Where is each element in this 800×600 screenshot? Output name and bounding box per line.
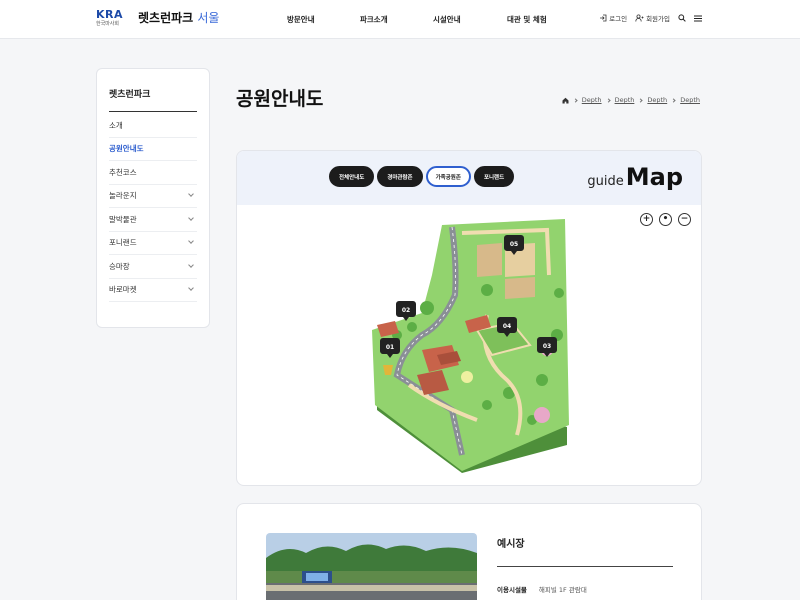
breadcrumb-item[interactable]: Depth — [615, 96, 635, 104]
chevron-right-icon — [573, 97, 578, 103]
park-map-card: 전체안내도 경마관람존 가족공원존 포니랜드 guide Map + • − 0… — [236, 150, 702, 486]
home-icon[interactable] — [562, 97, 569, 104]
sidebar-item-label: 소개 — [109, 120, 123, 130]
facility-detail-value: 해피빌 1F 관람대 — [538, 586, 587, 594]
join-link[interactable]: 회원가입 — [635, 13, 670, 23]
park-map-illustration[interactable]: 01 02 03 04 05 — [237, 205, 702, 486]
sidebar-item-ponyland[interactable]: 포니랜드 — [109, 232, 197, 255]
sidebar-item-label: 공원안내도 — [109, 144, 144, 154]
map-flower-bed — [534, 407, 550, 423]
site-header: KRA 한국마사회 렛츠런파크 서울 방문안내 파크소개 시설안내 대관 및 체… — [0, 0, 800, 39]
chevron-down-icon — [188, 214, 194, 221]
facility-title: 예시장 — [497, 539, 525, 550]
map-sand-field — [505, 277, 535, 299]
map-tree — [536, 374, 548, 386]
page-title: 공원안내도 — [236, 88, 324, 110]
map-marker-label: 02 — [402, 307, 410, 314]
kra-logo-mark: KRA — [96, 8, 124, 21]
tab-racing-zone[interactable]: 경마관람존 — [377, 166, 423, 187]
sidebar-item-label: 추천코스 — [109, 167, 137, 177]
breadcrumb: Depth Depth Depth Depth — [562, 96, 700, 104]
map-tree — [420, 301, 434, 315]
facility-photo — [266, 533, 477, 600]
guide-map-small: guide — [587, 174, 624, 189]
zone-tabs: 전체안내도 경마관람존 가족공원존 포니랜드 — [329, 166, 515, 187]
chevron-down-icon — [188, 191, 194, 198]
sidebar-item-lounge[interactable]: 놀라운지 — [109, 185, 197, 208]
sidebar-item-label: 포니랜드 — [109, 238, 137, 248]
map-marker-label: 05 — [510, 241, 518, 248]
nav-park-intro[interactable]: 파크소개 — [360, 14, 433, 25]
sidebar-item-label: 승마장 — [109, 261, 130, 271]
nav-facilities[interactable]: 시설안내 — [433, 14, 507, 25]
login-link[interactable]: 로그인 — [599, 13, 627, 23]
user-add-icon — [635, 14, 644, 22]
login-icon — [600, 14, 607, 22]
utility-menu: 로그인 회원가입 — [599, 13, 702, 23]
map-marker-label: 04 — [503, 323, 511, 330]
divider — [497, 566, 673, 567]
chevron-right-icon — [671, 97, 676, 103]
tab-all-map[interactable]: 전체안내도 — [329, 166, 375, 187]
brand-name: 렛츠런파크 서울 — [138, 9, 219, 27]
guide-map-big: Map — [625, 163, 683, 191]
sidebar-item-riding[interactable]: 승마장 — [109, 255, 197, 279]
tab-ponyland[interactable]: 포니랜드 — [473, 166, 515, 187]
map-flower-bed — [461, 371, 473, 383]
chevron-down-icon — [188, 285, 194, 292]
sidebar-item-label: 말박물관 — [109, 214, 137, 224]
chevron-right-icon — [638, 97, 643, 103]
sidebar-item-course[interactable]: 추천코스 — [109, 161, 197, 185]
tab-family-park-zone[interactable]: 가족공원존 — [425, 166, 471, 187]
sidebar-item-park-map[interactable]: 공원안내도 — [109, 138, 197, 161]
login-label: 로그인 — [609, 15, 628, 23]
map-marker-label: 01 — [386, 344, 394, 351]
sidebar-item-label: 놀라운지 — [109, 191, 137, 201]
facility-detail-row: 이용시설물 해피빌 1F 관람대 — [497, 584, 587, 594]
sidebar-item-label: 바로마켓 — [109, 285, 137, 295]
facility-detail-key: 이용시설물 — [497, 586, 527, 594]
map-marker-label: 03 — [543, 343, 551, 350]
chevron-right-icon — [605, 97, 611, 103]
search-icon[interactable] — [678, 14, 686, 22]
breadcrumb-item[interactable]: Depth — [582, 96, 602, 104]
map-header: 전체안내도 경마관람존 가족공원존 포니랜드 guide Map — [237, 151, 701, 205]
map-tree — [481, 284, 493, 296]
sidebar-item-market[interactable]: 바로마켓 — [109, 279, 197, 302]
site-logo[interactable]: KRA 한국마사회 렛츠런파크 서울 — [96, 9, 219, 31]
kra-logo: KRA 한국마사회 — [96, 9, 136, 31]
facility-info-card: 예시장 이용시설물 해피빌 1F 관람대 — [236, 503, 702, 600]
nav-rental[interactable]: 대관 및 체험 — [507, 14, 547, 25]
map-tree — [554, 288, 564, 298]
kra-logo-sub: 한국마사회 — [96, 21, 120, 27]
breadcrumb-item[interactable]: Depth — [647, 96, 667, 104]
brand-city: 서울 — [197, 11, 220, 25]
breadcrumb-item[interactable]: Depth — [680, 96, 700, 104]
map-sand-field — [477, 243, 502, 277]
chevron-down-icon — [188, 261, 194, 268]
sidebar: 렛츠런파크 소개 공원안내도 추천코스 놀라운지 말박물관 포니랜드 승마장 바… — [96, 68, 210, 328]
menu-icon[interactable] — [694, 15, 702, 22]
map-tree — [407, 322, 417, 332]
brand-title: 렛츠런파크 — [138, 11, 194, 25]
map-tree — [482, 400, 492, 410]
guide-map-logo: guide Map — [587, 163, 683, 191]
sidebar-item-museum[interactable]: 말박물관 — [109, 208, 197, 232]
main-nav: 방문안내 파크소개 시설안내 대관 및 체험 — [287, 14, 547, 25]
chevron-down-icon — [188, 238, 194, 245]
join-label: 회원가입 — [646, 15, 670, 23]
nav-visit[interactable]: 방문안내 — [287, 14, 360, 25]
sidebar-title: 렛츠런파크 — [109, 87, 197, 112]
sidebar-item-intro[interactable]: 소개 — [109, 114, 197, 138]
